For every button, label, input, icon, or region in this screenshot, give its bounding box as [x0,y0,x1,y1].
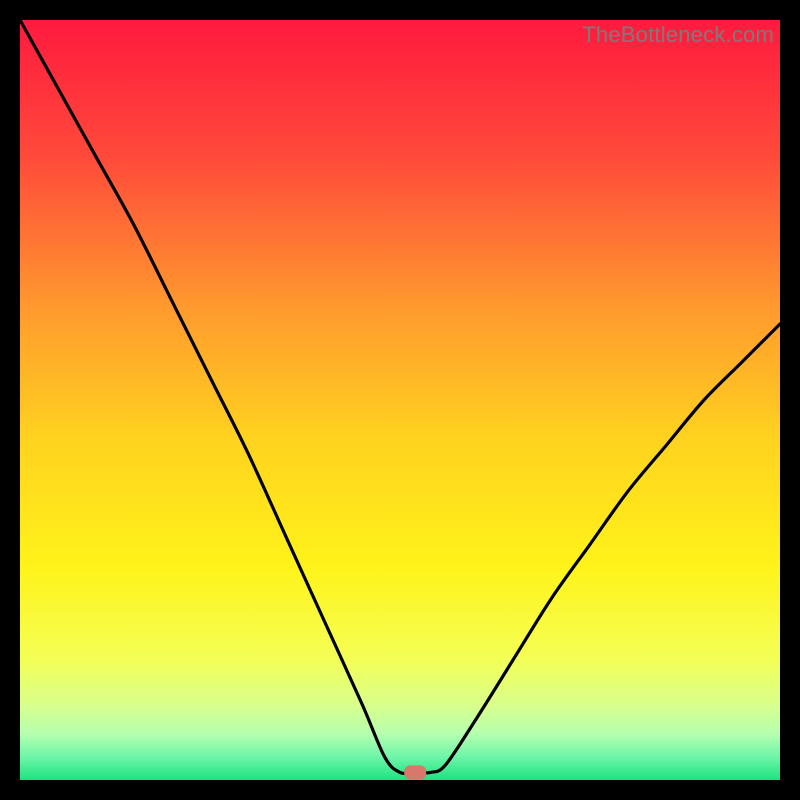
optimal-point-marker [404,765,426,779]
chart-background [20,20,780,780]
bottleneck-chart [20,20,780,780]
chart-frame: TheBottleneck.com [20,20,780,780]
